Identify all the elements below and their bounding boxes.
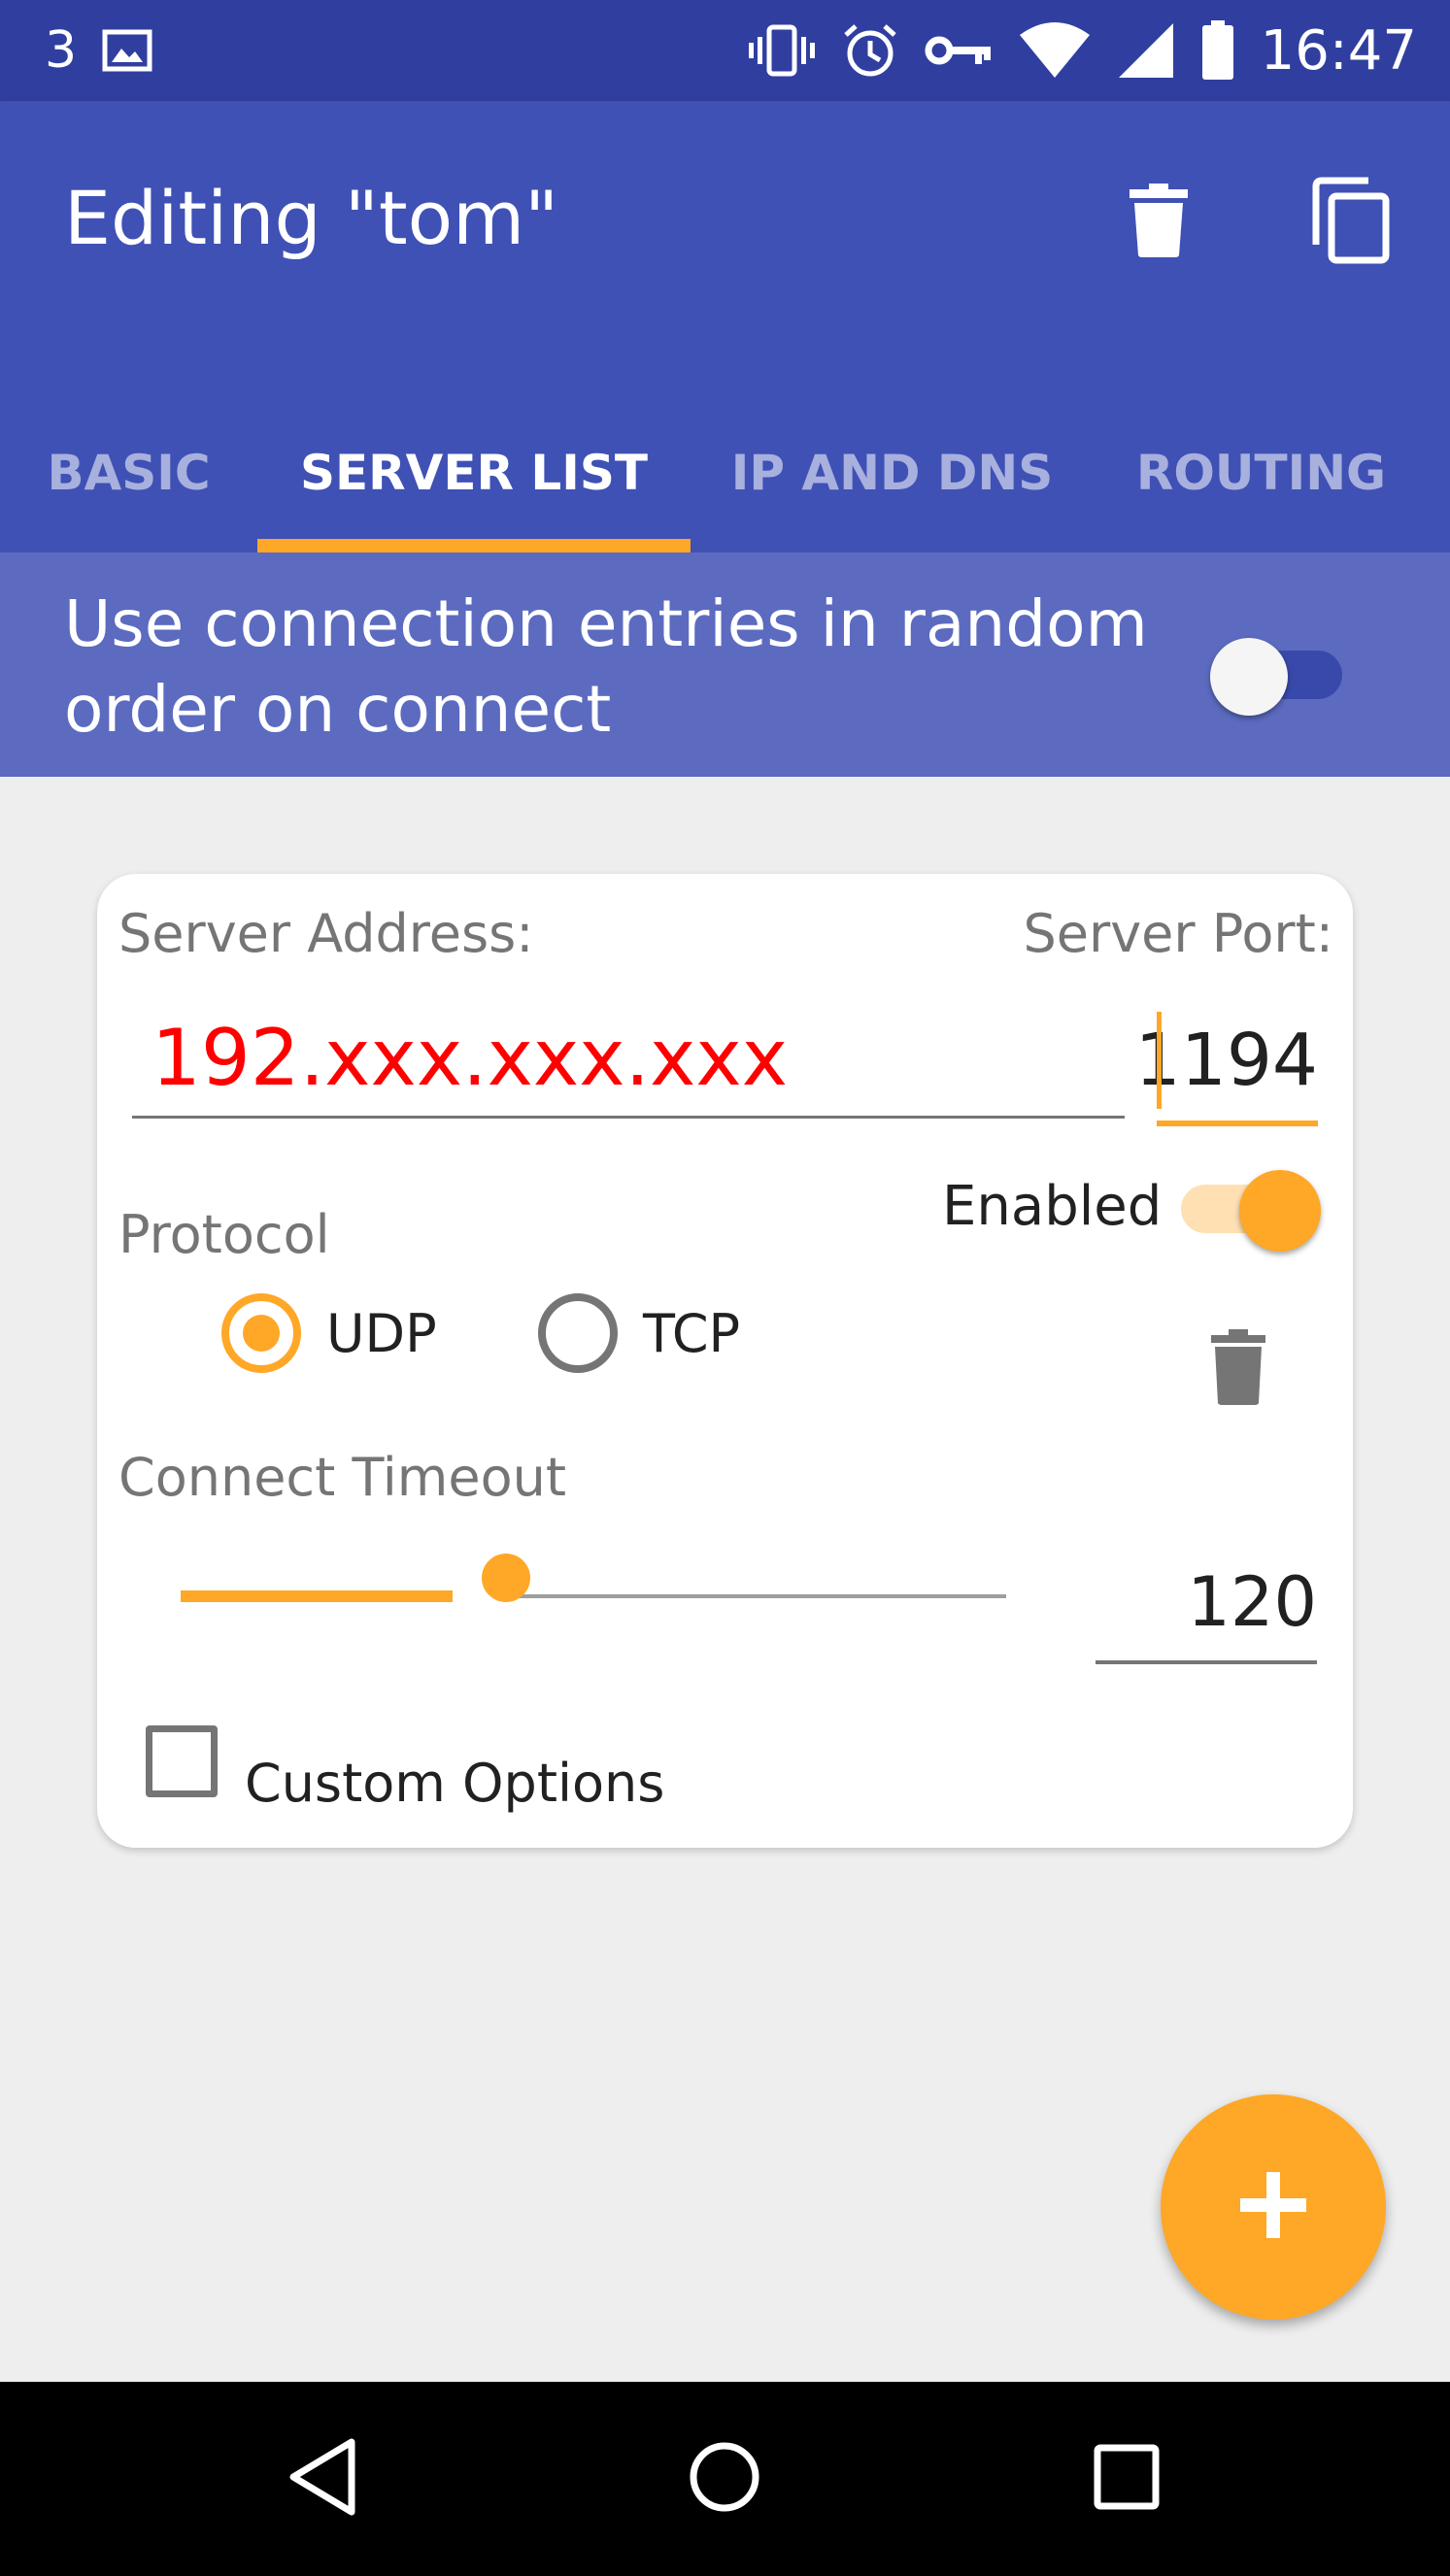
- vpn-key-icon: [925, 31, 993, 70]
- connect-timeout-slider[interactable]: [181, 1554, 1016, 1631]
- text-cursor: [1157, 1012, 1162, 1109]
- tab-server-list[interactable]: SERVER LIST: [257, 392, 691, 552]
- protocol-tcp-radio[interactable]: TCP: [538, 1293, 740, 1373]
- enabled-switch[interactable]: [1175, 1160, 1331, 1257]
- slider-filled-track: [181, 1590, 453, 1602]
- battery-icon: [1200, 20, 1235, 81]
- tab-label: ROUTING: [1135, 444, 1387, 501]
- server-address-input[interactable]: 192.xxx.xxx.xxx: [132, 1000, 1125, 1119]
- server-entry-card: Server Address: Server Port: 192.xxx.xxx…: [97, 874, 1353, 1848]
- random-order-row: Use connection entries in random order o…: [0, 552, 1450, 777]
- switch-thumb: [1239, 1170, 1321, 1252]
- wifi-icon: [1018, 21, 1092, 80]
- tab-routing[interactable]: ROUTING: [1094, 392, 1429, 552]
- radio-label: TCP: [643, 1302, 741, 1364]
- back-icon: [284, 2436, 361, 2523]
- recents-button[interactable]: [1068, 2421, 1185, 2537]
- image-icon: [102, 29, 152, 72]
- random-order-switch[interactable]: [1204, 626, 1360, 716]
- server-address-label: Server Address:: [118, 903, 534, 964]
- server-port-input[interactable]: 1194: [1135, 1000, 1318, 1126]
- connect-timeout-input[interactable]: 120: [1096, 1544, 1317, 1664]
- navigation-bar: [0, 2382, 1450, 2576]
- delete-icon: [1211, 1328, 1265, 1410]
- delete-profile-button[interactable]: [1105, 169, 1212, 276]
- custom-options-checkbox[interactable]: [146, 1725, 218, 1797]
- radio-button-unchecked: [538, 1293, 618, 1373]
- page-title: Editing "tom": [64, 175, 559, 261]
- slider-track: [517, 1594, 1006, 1598]
- enabled-label: Enabled: [942, 1175, 1163, 1238]
- add-icon: [1234, 2166, 1312, 2249]
- notification-count: 3: [45, 21, 78, 80]
- tab-label: BASIC: [47, 444, 211, 501]
- radio-button-checked: [221, 1293, 301, 1373]
- protocol-label: Protocol: [118, 1204, 330, 1265]
- tab-indicator: [257, 539, 691, 552]
- tab-label: SERVER LIST: [299, 444, 648, 501]
- connect-timeout-value: 120: [1187, 1562, 1317, 1642]
- vibrate-icon: [748, 21, 816, 80]
- tab-bar: BASIC SERVER LIST IP AND DNS ROUTING: [0, 392, 1450, 552]
- back-button[interactable]: [264, 2421, 381, 2537]
- copy-profile-button[interactable]: [1298, 169, 1404, 276]
- status-bar: 3 16:47: [0, 0, 1450, 101]
- tab-label: IP AND DNS: [730, 444, 1054, 501]
- clock: 16:47: [1260, 18, 1417, 83]
- server-port-label: Server Port:: [1023, 903, 1334, 964]
- copy-icon: [1310, 177, 1392, 269]
- server-address-value: 192.xxx.xxx.xxx: [152, 1013, 789, 1103]
- server-port-value: 1194: [1134, 1019, 1318, 1102]
- tab-ip-and-dns[interactable]: IP AND DNS: [720, 392, 1064, 552]
- recents-icon: [1093, 2443, 1161, 2516]
- home-button[interactable]: [666, 2421, 783, 2537]
- slider-thumb[interactable]: [482, 1554, 530, 1602]
- home-icon: [686, 2438, 763, 2521]
- switch-thumb: [1210, 638, 1288, 716]
- custom-options-label: Custom Options: [245, 1753, 665, 1814]
- alarm-icon: [841, 21, 899, 80]
- remove-server-button[interactable]: [1185, 1316, 1292, 1422]
- protocol-udp-radio[interactable]: UDP: [221, 1293, 437, 1373]
- add-server-button[interactable]: [1161, 2094, 1386, 2320]
- app-bar: Editing "tom" BASIC SERVER LIST IP AND D…: [0, 101, 1450, 552]
- delete-icon: [1130, 183, 1188, 262]
- tab-basic[interactable]: BASIC: [29, 392, 228, 552]
- radio-label: UDP: [326, 1302, 437, 1364]
- connect-timeout-label: Connect Timeout: [118, 1447, 567, 1508]
- signal-icon: [1117, 21, 1175, 80]
- random-order-label: Use connection entries in random order o…: [64, 586, 1148, 747]
